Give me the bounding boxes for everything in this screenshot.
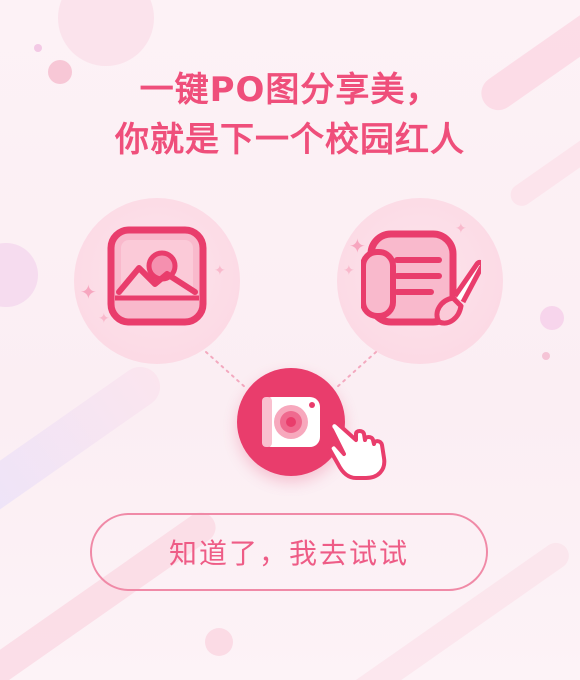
hand-pointer-icon [327,420,387,480]
onboarding-card: 一键PO图分享美， 你就是下一个校园红人 ✦ ✦ ✦ ✦ ✦ ✦ 知道了，我去试… [0,0,580,680]
try-it-button[interactable]: 知道了，我去试试 [90,513,488,591]
camera-icon [262,397,320,447]
